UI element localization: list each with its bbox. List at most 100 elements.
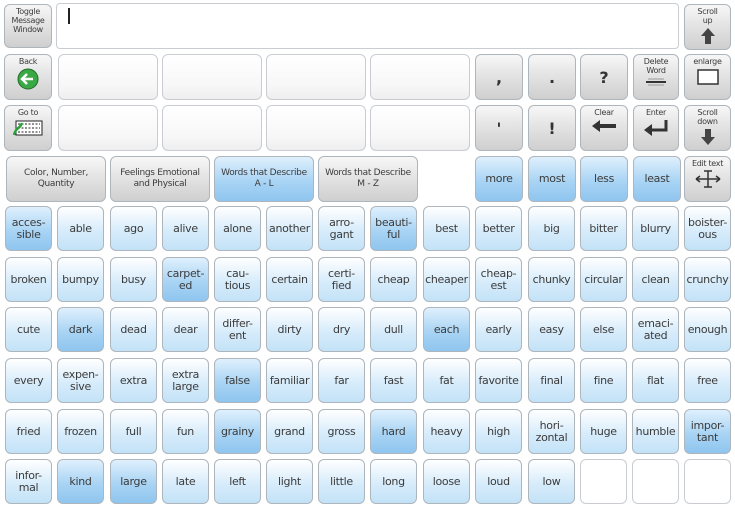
word-cell[interactable]: beauti- ful xyxy=(370,206,417,251)
word-cell[interactable]: crunchy xyxy=(684,257,731,302)
clear-button[interactable]: Clear xyxy=(580,105,628,151)
word-cell[interactable]: differ- ent xyxy=(214,307,261,352)
word-cell[interactable]: late xyxy=(162,459,209,504)
word-cell[interactable]: extra xyxy=(110,358,157,403)
word-cell[interactable]: blurry xyxy=(632,206,679,251)
word-cell[interactable]: favorite xyxy=(475,358,522,403)
word-cell[interactable]: impor- tant xyxy=(684,409,731,454)
comparative-most-button[interactable]: most xyxy=(528,156,576,202)
word-cell[interactable]: bumpy xyxy=(57,257,104,302)
word-cell[interactable]: grainy xyxy=(214,409,261,454)
word-cell[interactable]: dull xyxy=(370,307,417,352)
period-key[interactable]: . xyxy=(528,54,576,100)
word-cell[interactable]: final xyxy=(528,358,575,403)
comparative-less-button[interactable]: less xyxy=(580,156,628,202)
word-cell[interactable]: busy xyxy=(110,257,157,302)
word-cell[interactable]: frozen xyxy=(57,409,104,454)
word-cell[interactable]: certi- fied xyxy=(318,257,365,302)
exclamation-key[interactable]: ! xyxy=(528,105,576,151)
phrase-slot[interactable] xyxy=(266,105,366,151)
word-cell[interactable]: long xyxy=(370,459,417,504)
word-cell[interactable]: carpet- ed xyxy=(162,257,209,302)
word-cell[interactable]: cheap- est xyxy=(475,257,522,302)
word-cell[interactable]: hori- zontal xyxy=(528,409,575,454)
toggle-message-window-button[interactable]: Toggle Message Window xyxy=(4,4,52,48)
word-cell[interactable]: dirty xyxy=(266,307,313,352)
word-cell[interactable]: fried xyxy=(5,409,52,454)
back-button[interactable]: Back xyxy=(4,54,52,100)
word-cell[interactable]: light xyxy=(266,459,313,504)
word-cell[interactable]: circular xyxy=(580,257,627,302)
phrase-slot[interactable] xyxy=(162,54,262,100)
word-cell[interactable]: arro- gant xyxy=(318,206,365,251)
category-tab[interactable]: Words that Describe A - L xyxy=(214,156,314,202)
edit-text-button[interactable]: Edit text xyxy=(684,156,731,202)
word-cell[interactable]: fast xyxy=(370,358,417,403)
word-cell[interactable]: early xyxy=(475,307,522,352)
category-tab[interactable]: Feelings Emotional and Physical xyxy=(110,156,210,202)
word-cell[interactable]: alive xyxy=(162,206,209,251)
word-cell[interactable]: each xyxy=(423,307,470,352)
comparative-least-button[interactable]: least xyxy=(633,156,681,202)
word-cell[interactable]: flat xyxy=(632,358,679,403)
word-cell[interactable]: infor- mal xyxy=(5,459,52,504)
word-cell[interactable]: dead xyxy=(110,307,157,352)
word-cell[interactable]: better xyxy=(475,206,522,251)
question-mark-key[interactable]: ? xyxy=(580,54,628,100)
word-cell[interactable]: cheaper xyxy=(423,257,470,302)
phrase-slot[interactable] xyxy=(58,54,158,100)
word-cell[interactable]: little xyxy=(318,459,365,504)
word-cell[interactable]: huge xyxy=(580,409,627,454)
apostrophe-key[interactable]: ' xyxy=(475,105,523,151)
word-cell[interactable]: loud xyxy=(475,459,522,504)
word-cell[interactable]: chunky xyxy=(528,257,575,302)
category-tab[interactable]: Color, Number, Quantity xyxy=(6,156,106,202)
word-cell[interactable]: cheap xyxy=(370,257,417,302)
word-cell[interactable]: full xyxy=(110,409,157,454)
enlarge-button[interactable]: enlarge xyxy=(684,54,731,100)
word-cell[interactable]: expen- sive xyxy=(57,358,104,403)
word-cell[interactable]: heavy xyxy=(423,409,470,454)
word-cell[interactable]: easy xyxy=(528,307,575,352)
word-cell[interactable]: enough xyxy=(684,307,731,352)
word-cell[interactable]: emaci- ated xyxy=(632,307,679,352)
word-cell[interactable]: every xyxy=(5,358,52,403)
word-cell[interactable]: big xyxy=(528,206,575,251)
word-cell[interactable]: humble xyxy=(632,409,679,454)
word-cell[interactable]: fun xyxy=(162,409,209,454)
word-cell[interactable]: dry xyxy=(318,307,365,352)
word-cell[interactable]: another xyxy=(266,206,313,251)
word-cell[interactable]: certain xyxy=(266,257,313,302)
word-cell[interactable]: clean xyxy=(632,257,679,302)
phrase-slot[interactable] xyxy=(370,54,470,100)
phrase-slot[interactable] xyxy=(162,105,262,151)
scroll-up-button[interactable]: Scroll up xyxy=(684,4,731,50)
phrase-slot[interactable] xyxy=(58,105,158,151)
word-cell[interactable]: kind xyxy=(57,459,104,504)
scroll-down-button[interactable]: Scroll down xyxy=(684,105,731,151)
word-cell[interactable]: boister- ous xyxy=(684,206,731,251)
word-cell[interactable]: acces- sible xyxy=(5,206,52,251)
word-cell[interactable]: familiar xyxy=(266,358,313,403)
word-cell[interactable]: gross xyxy=(318,409,365,454)
word-cell[interactable]: free xyxy=(684,358,731,403)
word-cell[interactable]: large xyxy=(110,459,157,504)
enter-button[interactable]: Enter xyxy=(633,105,679,151)
word-cell[interactable]: fine xyxy=(580,358,627,403)
word-cell[interactable]: false xyxy=(214,358,261,403)
comma-key[interactable]: , xyxy=(475,54,523,100)
message-window[interactable] xyxy=(56,3,679,49)
phrase-slot[interactable] xyxy=(266,54,366,100)
word-cell[interactable]: cute xyxy=(5,307,52,352)
word-cell[interactable]: high xyxy=(475,409,522,454)
category-tab[interactable]: Words that Describe M - Z xyxy=(318,156,418,202)
go-to-keyboard-button[interactable]: Go to xyxy=(4,105,52,151)
word-cell[interactable]: low xyxy=(528,459,575,504)
word-cell[interactable]: extra large xyxy=(162,358,209,403)
word-cell[interactable]: grand xyxy=(266,409,313,454)
word-cell[interactable]: dark xyxy=(57,307,104,352)
word-cell[interactable]: broken xyxy=(5,257,52,302)
word-cell[interactable]: cau- tious xyxy=(214,257,261,302)
delete-word-button[interactable]: Delete Word xyxy=(633,54,679,100)
word-cell[interactable]: loose xyxy=(423,459,470,504)
